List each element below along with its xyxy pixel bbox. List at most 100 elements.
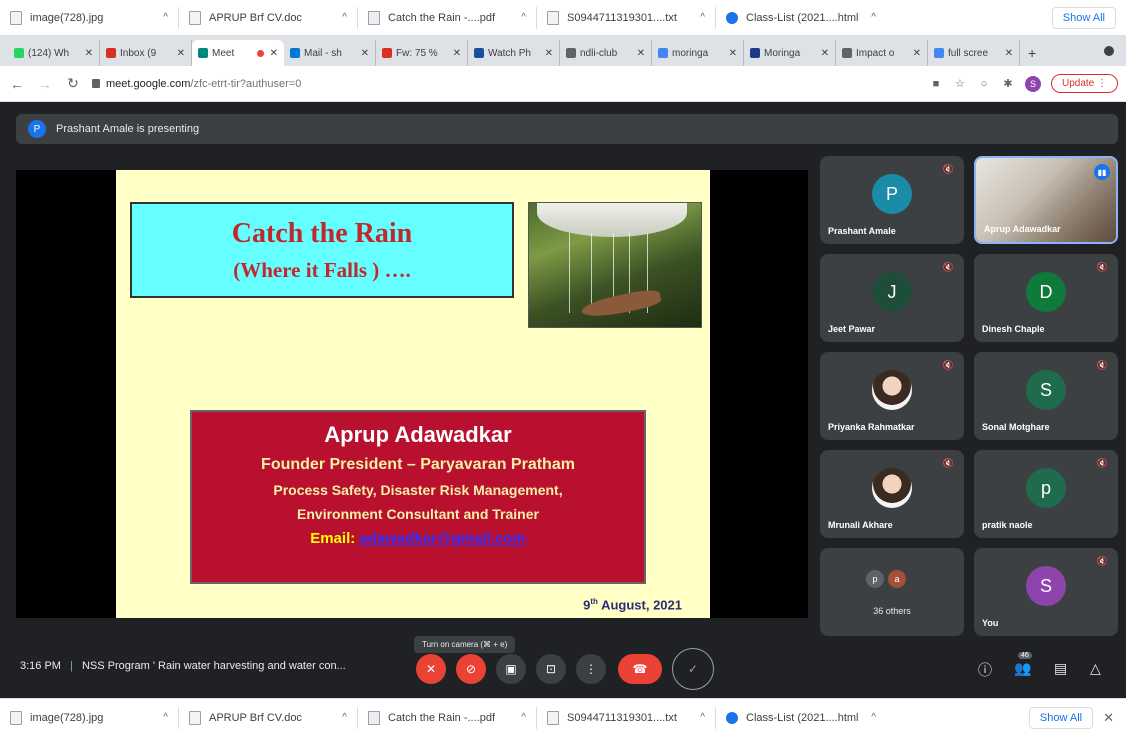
download-item[interactable]: Class-List (2021....html ^ xyxy=(716,0,886,36)
tab-close-icon[interactable]: ✕ xyxy=(177,48,185,59)
browser-tab[interactable]: Watch Ph ✕ xyxy=(468,40,560,66)
browser-tab[interactable]: full scree ✕ xyxy=(928,40,1020,66)
browser-tab[interactable]: moringa ✕ xyxy=(652,40,744,66)
tab-close-icon[interactable]: ✕ xyxy=(361,48,369,59)
tab-label: Mail - sh xyxy=(304,47,342,59)
download-item[interactable]: Catch the Rain -....pdf ^ xyxy=(358,700,536,736)
url-field[interactable]: meet.google.com/zfc-etrt-tir?authuser=0 xyxy=(92,71,919,97)
chevron-up-icon[interactable]: ^ xyxy=(521,712,526,723)
html-file-icon xyxy=(726,711,738,724)
tab-close-icon[interactable]: ✕ xyxy=(729,48,737,59)
new-tab-button[interactable]: + xyxy=(1020,40,1044,66)
tab-favicon-icon xyxy=(14,48,24,58)
browser-tab[interactable]: Inbox (9 ✕ xyxy=(100,40,192,66)
tab-close-icon[interactable]: ✕ xyxy=(637,48,645,59)
email-link[interactable]: adawadkar@gmail.com xyxy=(359,530,525,547)
browser-tab[interactable]: Fw: 75 % ✕ xyxy=(376,40,468,66)
people-button[interactable]: 46 👥 xyxy=(1014,652,1032,677)
chevron-up-icon[interactable]: ^ xyxy=(700,712,705,723)
chevron-up-icon[interactable]: ^ xyxy=(871,12,876,23)
participant-photo-avatar xyxy=(872,370,912,410)
download-item[interactable]: S0944711319301....txt ^ xyxy=(537,0,715,36)
profile-avatar[interactable]: S xyxy=(1024,75,1041,92)
extensions-puzzle-icon[interactable]: ✱ xyxy=(1001,77,1015,91)
participant-avatar: P xyxy=(872,174,912,214)
participant-tile[interactable]: 🔇 Priyanka Rahmatkar xyxy=(820,352,964,440)
more-vert-icon: ⋮ xyxy=(585,662,597,676)
show-all-button-bottom[interactable]: Show All xyxy=(1028,706,1094,729)
browser-tab[interactable]: ndli-club ✕ xyxy=(560,40,652,66)
tab-close-icon[interactable]: ✕ xyxy=(270,48,278,59)
leave-call-button[interactable]: ☎ xyxy=(618,654,662,684)
participant-tile[interactable]: J 🔇 Jeet Pawar xyxy=(820,254,964,342)
update-button[interactable]: Update ⋮ xyxy=(1050,74,1118,93)
participant-tile[interactable]: ▮▮ Aprup Adawadkar xyxy=(974,156,1118,244)
tab-close-icon[interactable]: ✕ xyxy=(85,48,93,59)
download-item[interactable]: APRUP Brf CV.doc ^ xyxy=(179,700,357,736)
download-item[interactable]: Catch the Rain -....pdf ^ xyxy=(358,0,536,36)
participant-tile[interactable]: S 🔇 Sonal Motghare xyxy=(974,352,1118,440)
download-item[interactable]: APRUP Brf CV.doc ^ xyxy=(179,0,357,36)
activities-icon[interactable]: △ xyxy=(1090,660,1101,677)
download-item[interactable]: Class-List (2021....html ^ xyxy=(716,700,886,736)
hangup-icon: ☎ xyxy=(632,662,648,676)
speaker-role: Founder President – Paryavaran Pratham xyxy=(261,456,575,473)
tab-close-icon[interactable]: ✕ xyxy=(453,48,461,59)
show-all-button[interactable]: Show All xyxy=(1051,6,1116,29)
txt-file-icon xyxy=(547,710,559,725)
chevron-up-icon[interactable]: ^ xyxy=(700,12,705,23)
chevron-up-icon[interactable]: ^ xyxy=(871,712,876,723)
chat-icon[interactable]: ▤ xyxy=(1054,660,1067,677)
download-item[interactable]: S0944711319301....txt ^ xyxy=(537,700,715,736)
browser-tab[interactable]: (124) Wh ✕ xyxy=(8,40,100,66)
downloads-bar-bottom: image(728).jpg ^ APRUP Brf CV.doc ^ Catch th… xyxy=(0,698,1126,736)
forward-icon[interactable]: → xyxy=(36,76,54,92)
close-downloads-icon[interactable]: ✕ xyxy=(1103,710,1114,726)
download-filename: image(728).jpg xyxy=(30,711,104,724)
chevron-up-icon[interactable]: ^ xyxy=(342,12,347,23)
browser-tab[interactable]: Impact o ✕ xyxy=(836,40,928,66)
chevron-up-icon[interactable]: ^ xyxy=(163,12,168,23)
present-button[interactable]: ⊡ xyxy=(536,654,566,684)
back-icon[interactable]: ← xyxy=(8,76,26,92)
participant-tile[interactable]: p a 36 others xyxy=(820,548,964,636)
camera-indicator-icon[interactable]: ■ xyxy=(929,77,943,91)
tab-favicon-icon xyxy=(106,48,116,58)
browser-tab[interactable]: Moringa ✕ xyxy=(744,40,836,66)
camera-off-icon: ⊘ xyxy=(465,662,477,676)
chevron-up-icon[interactable]: ^ xyxy=(163,712,168,723)
camera-off-button[interactable]: ⊘ xyxy=(456,654,486,684)
tab-search-icon[interactable] xyxy=(1104,46,1114,56)
participant-tile[interactable]: P 🔇 Prashant Amale xyxy=(820,156,964,244)
reload-icon[interactable]: ↻ xyxy=(64,75,82,92)
bookmark-star-icon[interactable]: ☆ xyxy=(953,77,967,91)
tab-close-icon[interactable]: ✕ xyxy=(545,48,553,59)
download-item[interactable]: image(728).jpg ^ xyxy=(0,0,178,36)
participant-tile[interactable]: p 🔇 pratik naole xyxy=(974,450,1118,538)
checkmark-button[interactable]: ✓ xyxy=(672,648,714,690)
tab-close-icon[interactable]: ✕ xyxy=(1005,48,1013,59)
tab-favicon-icon xyxy=(750,48,760,58)
download-filename: Class-List (2021....html xyxy=(746,11,859,24)
chevron-up-icon[interactable]: ^ xyxy=(342,712,347,723)
tab-label: Inbox (9 xyxy=(120,47,157,59)
mic-off-icon: 🔇 xyxy=(1096,458,1108,468)
browser-tab[interactable]: Meet ✕ xyxy=(192,40,284,66)
participant-tile[interactable]: D 🔇 Dinesh Chaple xyxy=(974,254,1118,342)
extension-circle-icon[interactable]: ○ xyxy=(977,77,991,91)
download-item[interactable]: image(728).jpg ^ xyxy=(0,700,178,736)
mic-off-button[interactable]: ✕ xyxy=(416,654,446,684)
chevron-up-icon[interactable]: ^ xyxy=(521,12,526,23)
participant-tile[interactable]: S 🔇 You xyxy=(974,548,1118,636)
participant-name: Sonal Motghare xyxy=(982,422,1050,432)
participant-tile[interactable]: 🔇 Mrunali Akhare xyxy=(820,450,964,538)
tab-close-icon[interactable]: ✕ xyxy=(913,48,921,59)
tab-close-icon[interactable]: ✕ xyxy=(821,48,829,59)
tab-label: moringa xyxy=(672,47,709,59)
more-options-button[interactable]: ⋮ xyxy=(576,654,606,684)
tab-label: full scree xyxy=(948,47,989,59)
browser-tab[interactable]: Mail - sh ✕ xyxy=(284,40,376,66)
meeting-details-icon[interactable]: ⓘ xyxy=(978,660,992,680)
captions-button[interactable]: ▣ xyxy=(496,654,526,684)
speaker-email-line: Email: adawadkar@gmail.com xyxy=(192,530,644,547)
